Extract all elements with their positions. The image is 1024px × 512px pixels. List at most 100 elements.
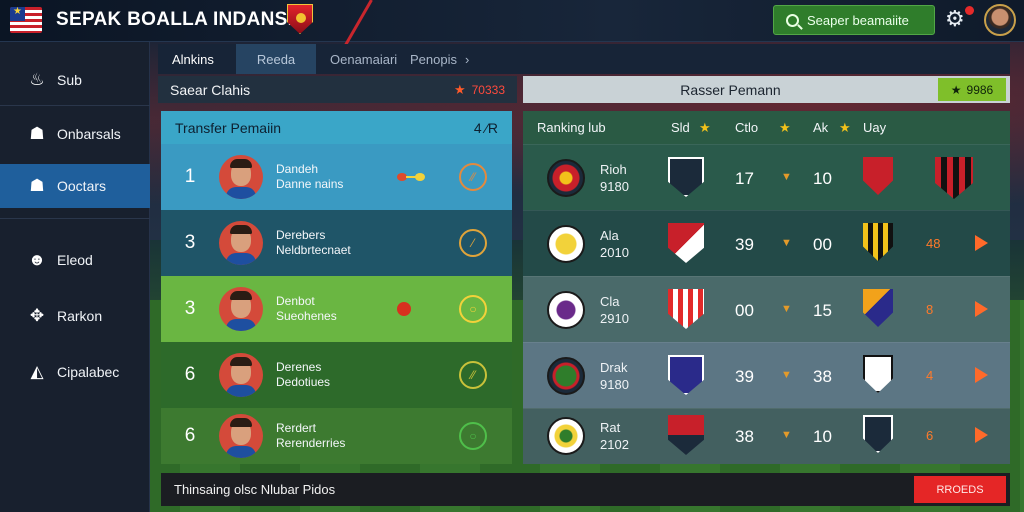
club-logo	[547, 417, 585, 455]
player-action-icon[interactable]: ○	[459, 295, 487, 323]
col-uay: Uay	[863, 120, 887, 135]
club-crest-icon	[863, 355, 893, 393]
star-icon: ★	[950, 82, 962, 97]
player-row[interactable]: 3 Derebers Neldbrtecnaet ⁄	[161, 210, 512, 276]
bottom-bar: Thinsaing olsc Nlubar Pidos RROEDS	[161, 473, 1010, 506]
arrow-down-icon: ▼	[781, 171, 792, 183]
sidebar-divider	[0, 105, 150, 106]
sidebar-item-label: Onbarsals	[57, 126, 121, 142]
player-name: Dandeh	[276, 162, 319, 176]
player-names: Derebers Neldbrtecnaet	[276, 228, 396, 258]
player-avatar	[219, 287, 263, 331]
sidebar-item-eleod[interactable]: ☻ Eleod	[0, 238, 150, 282]
player-action-icon[interactable]: ⁄⁄	[459, 163, 487, 191]
player-row[interactable]: 1 Dandeh Danne nains ⁄⁄	[161, 144, 512, 210]
stat-value: 10	[813, 427, 832, 446]
extra-value: 48	[926, 236, 941, 251]
table-row[interactable]: Rat 2102 38 ▼ 10 6	[523, 408, 1010, 464]
sidebar-item-sub[interactable]: ♨ Sub	[0, 58, 150, 102]
play-icon[interactable]	[975, 301, 988, 317]
player-names: Derenes Dedotiues	[276, 360, 396, 390]
club-crest-icon	[863, 415, 893, 453]
player-name: Denbot	[276, 294, 315, 308]
club-name: Cla 2910	[600, 294, 629, 326]
extra-value: 6	[926, 428, 934, 443]
transfer-panel-header: Transfer Pemaiin 4 ⁄R	[161, 111, 512, 144]
col-sld: Sld	[671, 120, 690, 135]
bottom-bar-text: Thinsaing olsc Nlubar Pidos	[174, 482, 336, 497]
sidebar-item-cipalabec[interactable]: ◭ Cipalabec	[0, 350, 150, 394]
sidebar-item-ooctars[interactable]: ☗ Ooctars	[0, 164, 150, 208]
search-button-label: Seaper beamaiite	[807, 12, 909, 28]
player-subname: Dedotiues	[276, 375, 331, 389]
flame-icon: ♨	[29, 70, 45, 89]
tab-reeda[interactable]: Reeda	[236, 44, 316, 74]
club-logo	[547, 357, 585, 395]
player-name: Derenes	[276, 360, 322, 374]
player-row[interactable]: 3 Denbot Sueohenes ○	[161, 276, 512, 342]
sidebar-item-onbarsals[interactable]: ☗ Onbarsals	[0, 112, 150, 156]
top-bar: SEPAK BOALLA INDANSIA Seaper beamaiite ⚙	[0, 0, 1024, 53]
section-header-left: Saear Clahis ★ 70333	[158, 76, 517, 103]
section-title: Saear Clahis	[170, 81, 251, 98]
player-name: Derebers	[276, 228, 326, 242]
avatar[interactable]	[984, 4, 1016, 36]
ball-icon	[396, 302, 428, 316]
player-action-icon[interactable]: ⁄⁄	[459, 361, 487, 389]
club-crest-icon	[668, 157, 704, 197]
tab-alnkins[interactable]: Alnkins	[158, 44, 236, 74]
player-rank: 3	[184, 298, 196, 319]
player-avatar	[219, 414, 263, 458]
boots-icon	[396, 170, 428, 184]
club-name: Rat 2102	[600, 420, 629, 452]
table-row[interactable]: Ala 2010 39 ▼ 00 48	[523, 210, 1010, 276]
sidebar-item-rarkon[interactable]: ✥ Rarkon	[0, 294, 150, 338]
play-icon[interactable]	[975, 427, 988, 443]
stat-value: 00	[735, 301, 754, 320]
player-action-icon[interactable]: ⁄	[459, 229, 487, 257]
club-name: Rioh 9180	[600, 162, 629, 194]
stat-value: 38	[735, 427, 754, 446]
tab-oenamaiari[interactable]: Oenamaiari	[316, 44, 397, 74]
search-button[interactable]: Seaper beamaiite	[773, 5, 935, 35]
table-row[interactable]: Rioh 9180 17 ▼ 10	[523, 144, 1010, 210]
app-title: SEPAK BOALLA INDANSIA	[56, 9, 308, 30]
player-rank: 6	[184, 425, 196, 446]
gear-icon[interactable]: ⚙	[945, 8, 965, 30]
shield-icon: ◭	[30, 362, 44, 381]
chevron-right-icon: ›	[464, 51, 470, 67]
player-subname: Sueohenes	[276, 309, 337, 323]
club-crest-icon	[863, 157, 893, 195]
tab-penopis[interactable]: Penopis ›	[396, 44, 483, 74]
club-logo	[547, 159, 585, 197]
play-icon[interactable]	[975, 367, 988, 383]
extra-value: 8	[926, 302, 934, 317]
star-icon: ★	[699, 120, 711, 135]
sidebar-item-label: Eleod	[57, 252, 93, 268]
section-header-right: Rasser Pemann ★ 9986	[523, 76, 1010, 103]
player-rank: 3	[184, 232, 196, 253]
player-rank: 6	[184, 364, 196, 385]
player-row[interactable]: 6 Derenes Dedotiues ⁄⁄	[161, 342, 512, 408]
coin-badge[interactable]: ★ 9986	[938, 78, 1006, 101]
ranking-icon: ✥	[29, 306, 45, 325]
sidebar-item-label: Sub	[57, 72, 82, 88]
stat-value: 38	[813, 367, 832, 386]
play-icon[interactable]	[975, 235, 988, 251]
col-ctlo: Ctlo	[735, 120, 759, 135]
sidebar: ♨ Sub ☗ Onbarsals ☗ Ooctars ☻ Eleod ✥ Ra…	[0, 42, 150, 512]
club-crest-icon	[668, 415, 704, 455]
table-row[interactable]: Drak 9180 39 ▼ 38 4	[523, 342, 1010, 408]
club-crest-icon	[935, 157, 973, 199]
player-action-icon[interactable]: ○	[459, 422, 487, 450]
player-avatar	[219, 353, 263, 397]
table-row[interactable]: Cla 2910 00 ▼ 15 8	[523, 276, 1010, 342]
col-club: Ranking lub	[537, 120, 606, 135]
player-row[interactable]: 6 Rerdert Rerenderries ○	[161, 408, 512, 464]
coin-badge-value: 9986	[966, 82, 994, 97]
action-button[interactable]: RROEDS	[914, 476, 1006, 503]
user-icon: ☗	[29, 124, 45, 143]
tab-row: Alnkins Reeda Oenamaiari Penopis ›	[158, 44, 1010, 74]
stat-value: 10	[813, 169, 832, 188]
col-ak: Ak	[813, 120, 829, 135]
